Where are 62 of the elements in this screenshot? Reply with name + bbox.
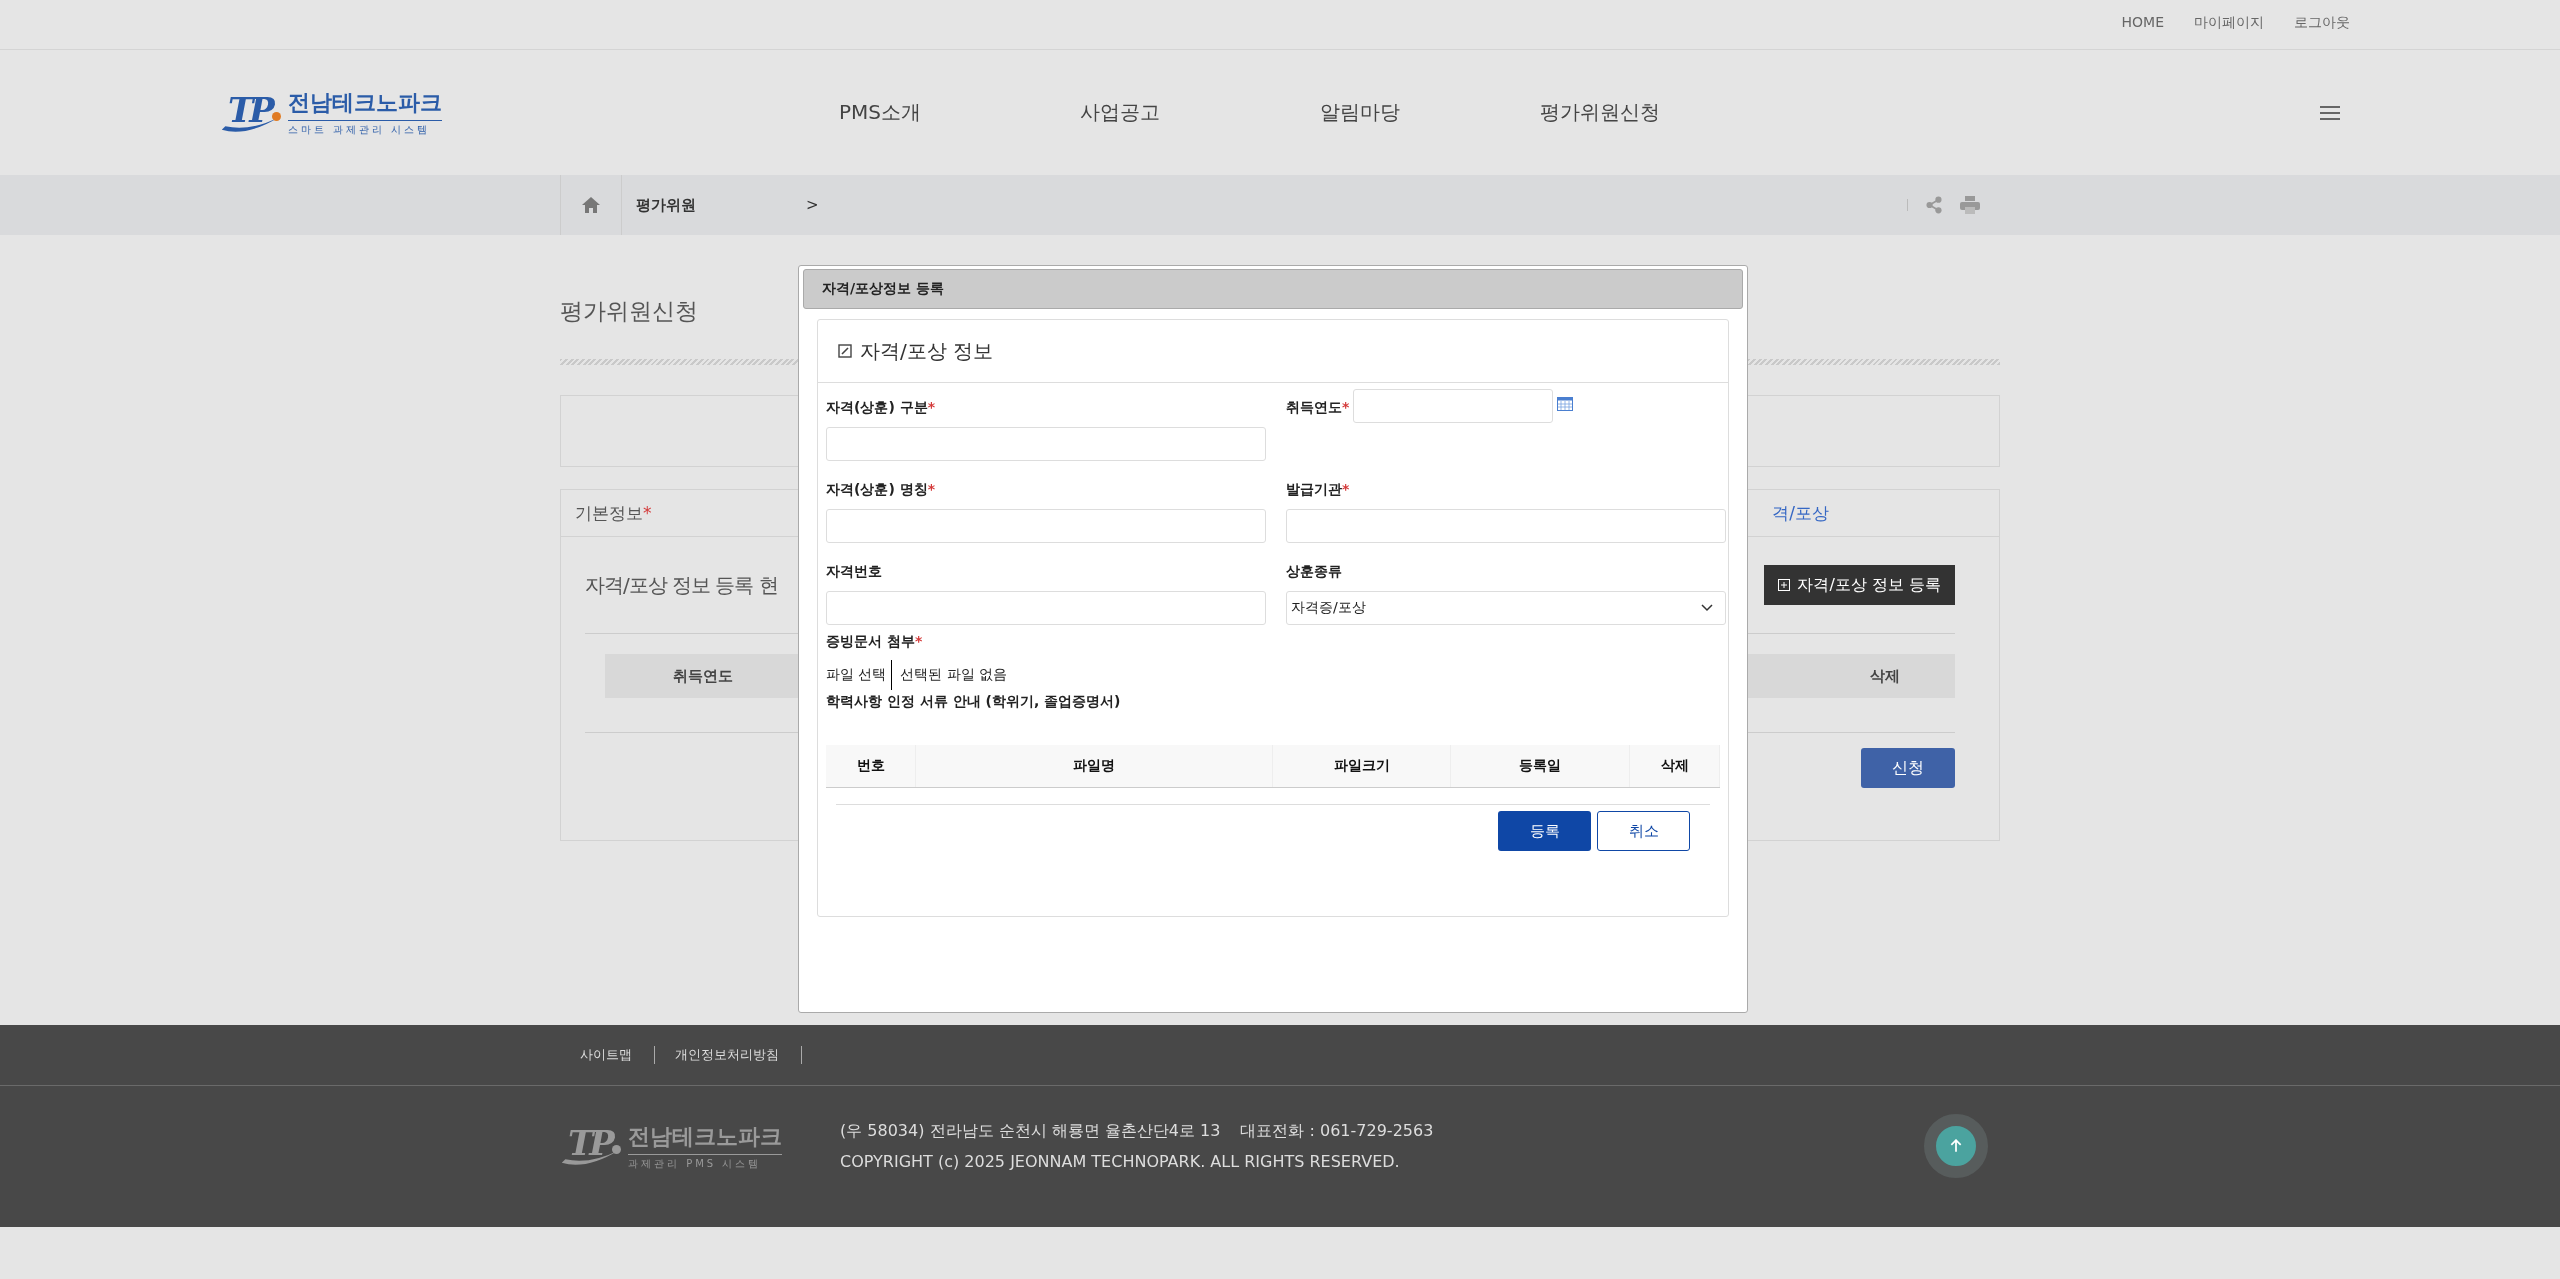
input-field[interactable]	[1286, 509, 1726, 543]
tab[interactable]: 격/포상	[1772, 501, 1829, 525]
nav-item[interactable]: 사업공고	[1000, 99, 1240, 126]
top-link[interactable]: HOME	[2121, 14, 2164, 32]
arrow-up-icon	[1949, 1139, 1963, 1153]
logo-subtitle: 스마트 과제관리 시스템	[288, 123, 432, 137]
note-text: 학력사항 인정 서류 안내 (학위기, 졸업증명서)	[826, 693, 1122, 711]
footer-link[interactable]: 사이트맵	[560, 1046, 654, 1064]
table-header: 삭제	[1869, 665, 1901, 687]
print-icon[interactable]	[1960, 196, 1980, 214]
chevron-down-icon	[1701, 604, 1713, 612]
table-header: 파일크기	[1273, 745, 1451, 787]
tab[interactable]: 기본정보*	[575, 501, 652, 525]
nav-item[interactable]: 평가위원신청	[1480, 99, 1720, 126]
modal-title: 자격/포상정보 등록	[822, 280, 944, 298]
field-label: 발급기관*	[1286, 480, 1351, 499]
page-title: 평가위원신청	[560, 297, 698, 325]
logo-mark: TP	[220, 87, 282, 138]
input-field[interactable]	[826, 427, 1266, 461]
phone-text: 대표전화 : 061-729-2563	[1240, 1121, 1434, 1140]
file-select-button[interactable]: 파일 선택	[826, 660, 893, 690]
edit-icon	[838, 344, 852, 358]
share-icon[interactable]	[1926, 196, 1942, 214]
logo-name: 전남테크노파크	[628, 1121, 782, 1155]
calendar-icon[interactable]	[1557, 397, 1574, 411]
table-header: 번호	[826, 745, 916, 787]
field-label: 자격번호	[826, 562, 883, 581]
submit-button[interactable]: 신청	[1861, 748, 1955, 788]
date-field[interactable]	[1353, 389, 1554, 423]
table-header: 파일명	[916, 745, 1273, 787]
table-header: 취득연도	[671, 665, 734, 687]
logo-name: 전남테크노파크	[288, 88, 442, 121]
field-label: 상훈종류	[1286, 562, 1343, 581]
field-label: 취득연도*	[1286, 398, 1350, 417]
register-button[interactable]: 등록	[1498, 811, 1591, 851]
nav-item[interactable]: 알림마당	[1240, 99, 1480, 126]
breadcrumb-separator: >	[806, 196, 819, 214]
select-field[interactable]: 자격증/포상	[1286, 591, 1726, 625]
section-title: 자격/포상 정보	[860, 337, 994, 365]
cancel-button[interactable]: 취소	[1597, 811, 1690, 851]
field-label: 증빙문서 첨부*	[826, 632, 924, 651]
address-text: (우 58034) 전라남도 순천시 해룡면 율촌산단4로 13	[840, 1121, 1221, 1140]
plus-icon	[1778, 579, 1791, 591]
nav-item[interactable]: PMS소개	[760, 99, 1000, 126]
home-icon[interactable]	[581, 196, 601, 214]
breadcrumb-item[interactable]: 평가위원	[636, 195, 806, 215]
top-link[interactable]: 마이페이지	[2194, 14, 2264, 32]
copyright-text: COPYRIGHT (c) 2025 JEONNAM TECHNOPARK. ALL RIGHTS RESERVED.	[840, 1152, 1400, 1171]
menu-icon[interactable]	[2320, 104, 2340, 121]
field-label: 자격(상훈) 명칭*	[826, 480, 936, 499]
table-header: 등록일	[1451, 745, 1630, 787]
top-link[interactable]: 로그아웃	[2294, 14, 2350, 32]
footer-link[interactable]: 개인정보처리방침	[655, 1046, 801, 1064]
logo-mark: TP	[560, 1121, 622, 1171]
input-field[interactable]	[826, 591, 1266, 625]
table-header: 삭제	[1630, 745, 1720, 787]
field-label: 자격(상훈) 구분*	[826, 398, 936, 417]
add-button[interactable]: 자격/포상 정보 등록	[1764, 565, 1955, 605]
file-status: 선택된 파일 없음	[900, 666, 1008, 684]
panel-title: 자격/포상 정보 등록 현	[585, 571, 778, 599]
logo-subtitle: 과제관리 PMS 시스템	[628, 1156, 763, 1171]
input-field[interactable]	[826, 509, 1266, 543]
